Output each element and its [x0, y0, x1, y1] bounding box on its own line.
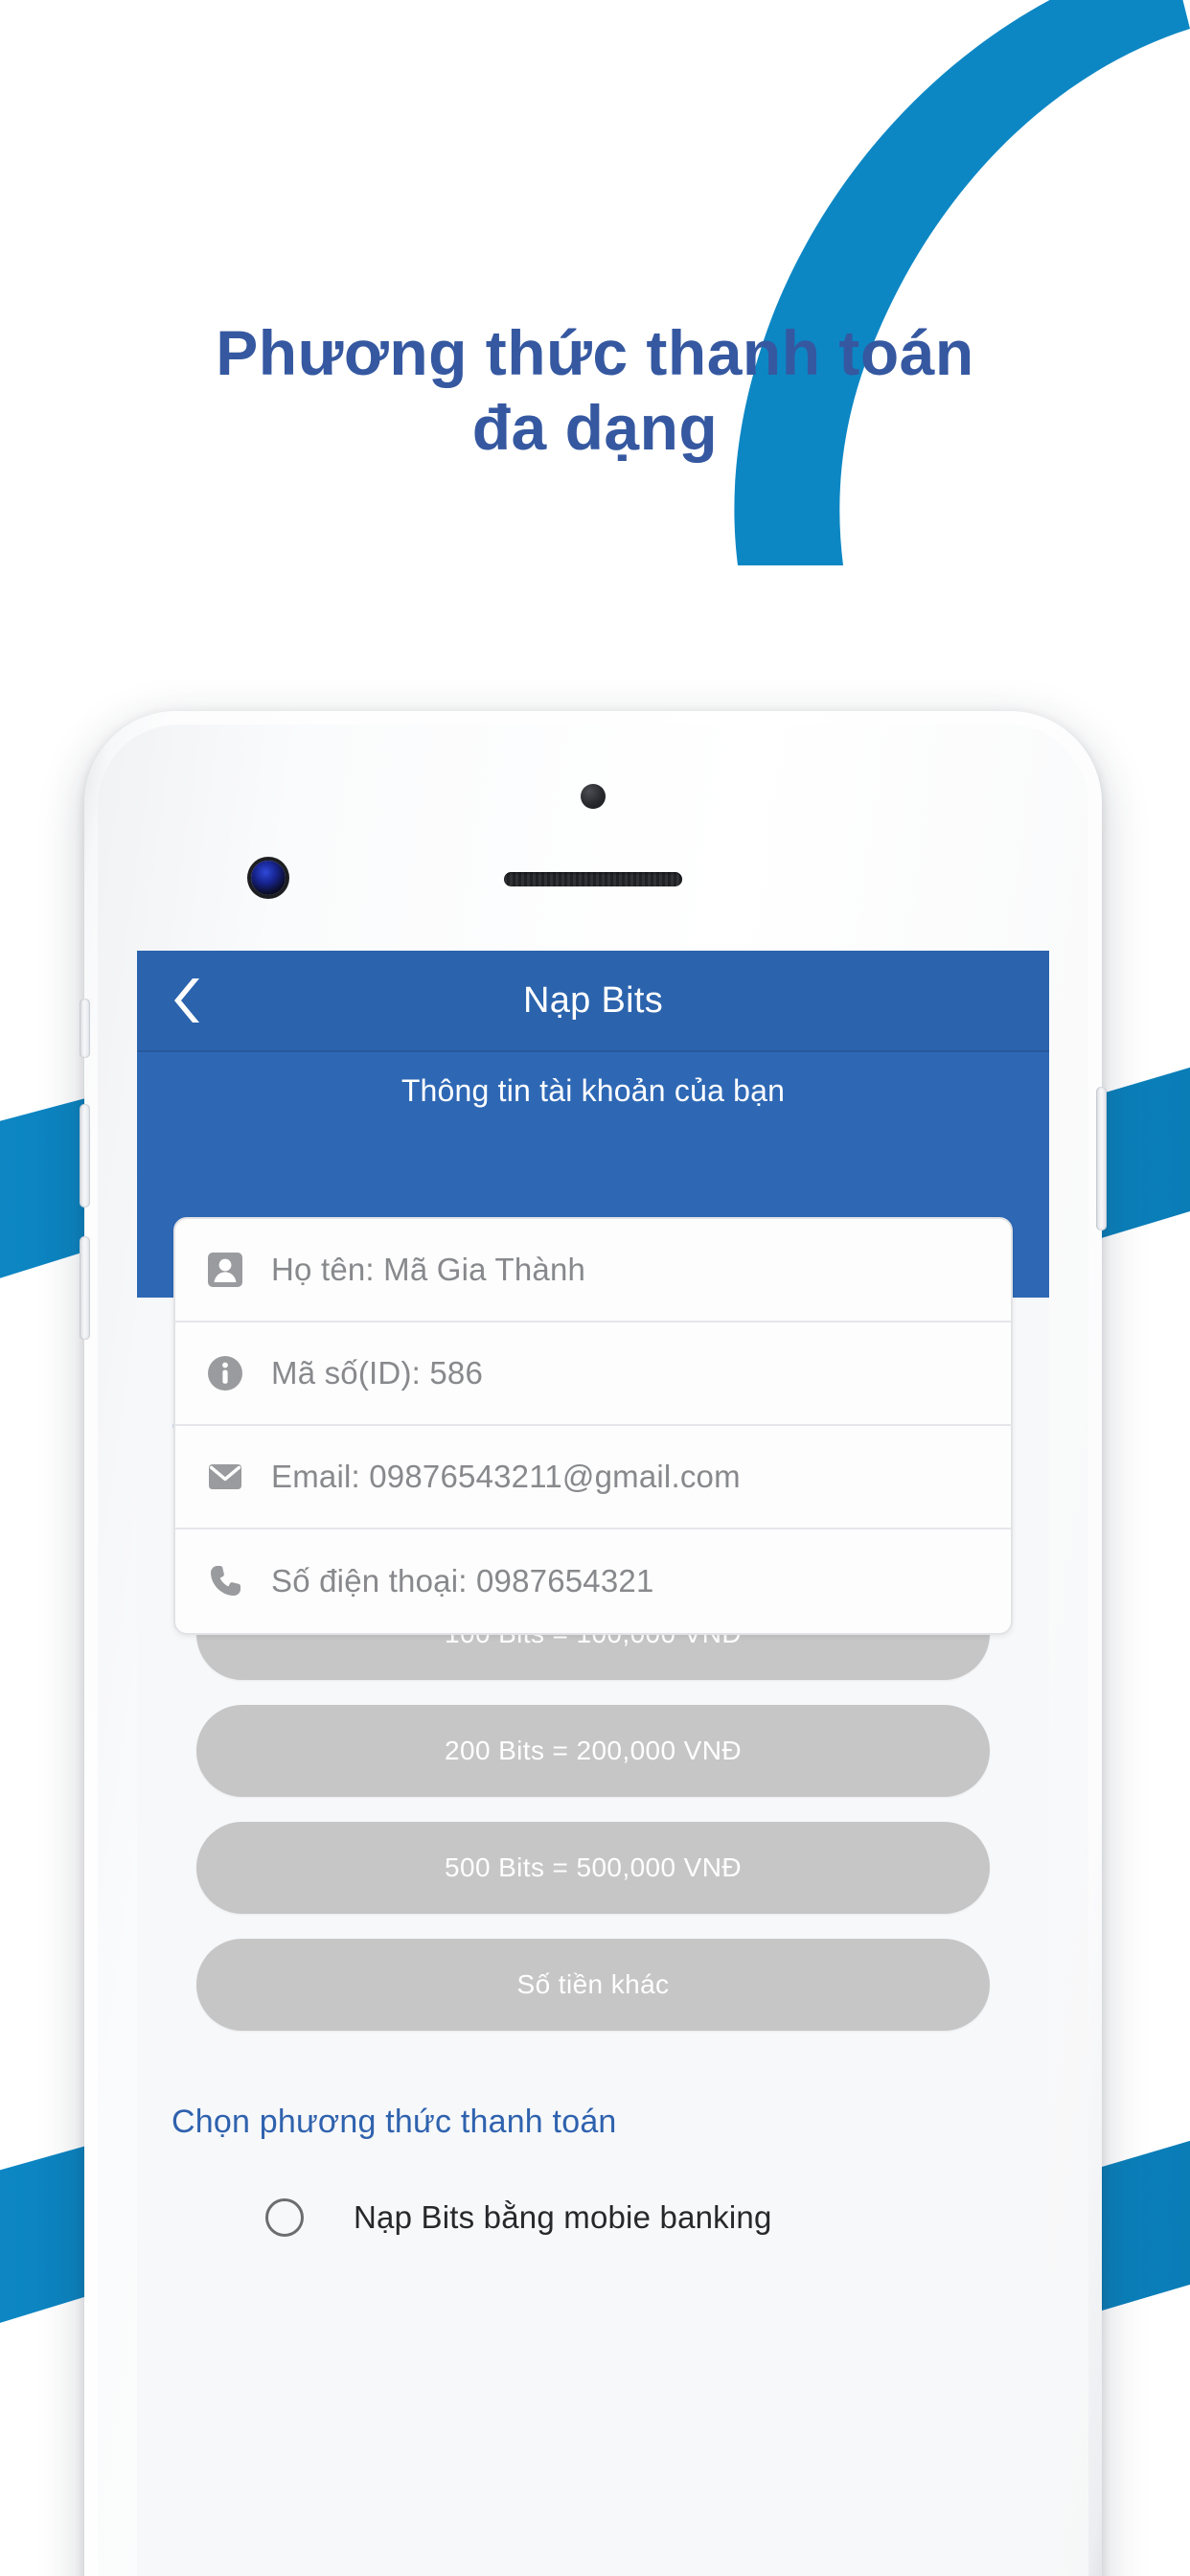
payment-method-label: Nạp Bits bằng mobie banking: [354, 2199, 772, 2235]
bits-option-200[interactable]: 200 Bits = 200,000 VNĐ: [196, 1705, 990, 1797]
volume-up-button[interactable]: [80, 1104, 90, 1208]
phone-icon: [204, 1560, 246, 1602]
payment-method-list: Nạp Bits bằng mobie banking: [137, 2166, 1049, 2262]
info-text-email: Email: 09876543211@gmail.com: [271, 1459, 741, 1494]
info-text-phone: Số điện thoại: 0987654321: [271, 1563, 654, 1598]
envelope-icon: [204, 1456, 246, 1498]
poster-headline: Phương thức thanh toán đa dạng: [0, 316, 1190, 466]
front-camera-icon: [251, 861, 286, 895]
bits-option-500[interactable]: 500 Bits = 500,000 VNĐ: [196, 1822, 990, 1914]
info-row-phone: Số điện thoại: 0987654321: [175, 1530, 1011, 1633]
silent-switch[interactable]: [80, 999, 90, 1058]
info-icon: [204, 1352, 246, 1394]
account-panel-title: Thông tin tài khoản của bạn: [400, 1073, 786, 1108]
account-info-panel: Thông tin tài khoản của bạn Họ tên: Mã G…: [137, 1050, 1049, 1635]
poster-canvas: Phương thức thanh toán đa dạng Nạp Bits …: [0, 0, 1190, 2576]
payment-section-label: Chọn phương thức thanh toán: [172, 2104, 617, 2140]
phone-mockup: Nạp Bits Thông tin tài khoản của bạn Họ …: [80, 711, 1107, 2576]
payment-method-section: Chọn phương thức thanh toán Nạp Bits bằn…: [137, 2056, 1049, 2262]
chevron-left-icon: [171, 976, 203, 1025]
app-bar-title: Nạp Bits: [522, 979, 663, 1021]
info-row-email: Email: 09876543211@gmail.com: [175, 1426, 1011, 1530]
headline-line-1: Phương thức thanh toán: [216, 317, 974, 388]
app-bar: Nạp Bits: [137, 951, 1049, 1050]
radio-button-icon[interactable]: [265, 2198, 304, 2237]
info-row-fullname: Họ tên: Mã Gia Thành: [175, 1219, 1011, 1322]
payment-method-mobie-banking[interactable]: Nạp Bits bằng mobie banking: [137, 2174, 1049, 2262]
proximity-sensor-dot: [581, 784, 606, 809]
info-row-id: Mã số(ID): 586: [175, 1322, 1011, 1426]
info-text-id: Mã số(ID): 586: [271, 1355, 484, 1391]
person-icon: [204, 1249, 246, 1291]
earpiece-speaker: [504, 872, 682, 886]
account-info-card: Họ tên: Mã Gia Thành Mã số(ID): 586 Emai…: [173, 1217, 1013, 1635]
power-button[interactable]: [1096, 1087, 1107, 1230]
volume-down-button[interactable]: [80, 1236, 90, 1340]
back-button[interactable]: [160, 974, 214, 1027]
headline-line-2: đa dạng: [471, 391, 719, 463]
info-text-fullname: Họ tên: Mã Gia Thành: [271, 1252, 586, 1287]
phone-screen: Nạp Bits Thông tin tài khoản của bạn Họ …: [137, 951, 1049, 2576]
bits-option-custom-amount[interactable]: Số tiền khác: [196, 1939, 990, 2031]
